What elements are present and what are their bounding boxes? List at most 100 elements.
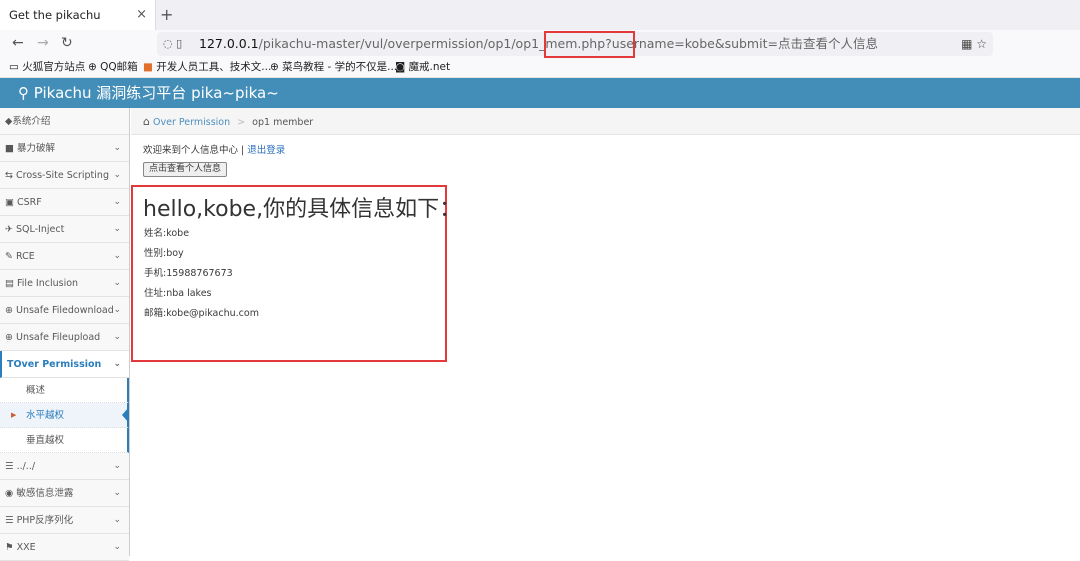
sidebar-item-over-permission[interactable]: TOver Permission ⌄ xyxy=(0,351,129,378)
sidebar-item-unsafe-fileupload[interactable]: ⊕ Unsafe Fileupload ⌄ xyxy=(0,324,129,351)
sidebar-item-rce[interactable]: ✎ RCE ⌄ xyxy=(0,243,129,270)
info-title: hello,kobe,你的具体信息如下： xyxy=(143,197,462,222)
key-icon: ⚲ xyxy=(18,84,29,102)
flag-icon: ⚑ xyxy=(5,542,14,553)
sidebar-item-label: RCE xyxy=(16,251,35,262)
chevron-down-icon: ⌄ xyxy=(113,515,121,525)
view-info-button[interactable]: 点击查看个人信息 xyxy=(143,162,228,177)
sidebar-item-info-leak[interactable]: ◉ 敏感信息泄露 ⌄ xyxy=(0,480,129,507)
forward-button[interactable]: → xyxy=(37,35,49,51)
upload-icon: ⊕ xyxy=(5,332,13,343)
sidebar-subitem-label: 水平越权 xyxy=(26,410,65,421)
welcome-text: 欢迎来到个人信息中心 xyxy=(143,145,239,156)
chevron-down-icon: ⌄ xyxy=(113,278,121,288)
close-tab-icon[interactable]: × xyxy=(136,0,147,30)
sidebar-item-label: Unsafe Fileupload xyxy=(16,332,101,343)
chevron-down-icon: ⌄ xyxy=(113,488,121,498)
chevron-down-icon: ⌄ xyxy=(113,542,121,552)
globe-icon: ⊕ xyxy=(88,61,97,73)
download-icon: ⊕ xyxy=(5,305,13,316)
bookmark-item[interactable]: ▭ 火狐官方站点 xyxy=(9,58,85,76)
chevron-down-icon: ⌄ xyxy=(113,197,121,207)
sidebar-item-unsafe-filedownload[interactable]: ⊕ Unsafe Filedownload ⌄ xyxy=(0,297,129,324)
bookmark-item[interactable]: ⊕ QQ邮箱 xyxy=(88,58,138,76)
globe-icon: ⊕ xyxy=(270,61,279,73)
app-title[interactable]: Pikachu 漏洞练习平台 pika~pika~ xyxy=(34,84,279,102)
plane-icon: ✈ xyxy=(5,224,13,235)
bookmark-item[interactable]: ⊕ 菜鸟教程 - 学的不仅是... xyxy=(270,58,397,76)
sidebar-item-file-inclusion[interactable]: ▤ File Inclusion ⌄ xyxy=(0,270,129,297)
sidebar-item-label: SQL-Inject xyxy=(16,224,65,235)
csrf-icon: ▣ xyxy=(5,197,14,208)
sidebar-item-php-unserialize[interactable]: ☰ PHP反序列化 ⌄ xyxy=(0,507,129,534)
url-highlight-box xyxy=(544,31,635,58)
browser-tab[interactable]: Get the pikachu × xyxy=(0,0,156,30)
sitemap-icon: ⇆ xyxy=(5,170,13,181)
sidebar-item-xxe[interactable]: ⚑ XXE ⌄ xyxy=(0,534,129,561)
sidebar-item-label: File Inclusion xyxy=(17,278,79,289)
sidebar-item-intro[interactable]: ◆系统介绍 xyxy=(0,108,129,135)
sidebar-subitem-overview[interactable]: 概述 xyxy=(0,378,129,403)
sidebar-subitem-vertical[interactable]: 垂直越权 xyxy=(0,428,129,453)
chevron-down-icon: ⌄ xyxy=(113,461,121,471)
tab-title: Get the pikachu xyxy=(9,8,101,22)
sidebar-item-xss[interactable]: ⇆ Cross-Site Scripting ⌄ xyxy=(0,162,129,189)
sidebar-item-dir-traversal[interactable]: ☰ ../../ ⌄ xyxy=(0,453,129,480)
sidebar-subitem-label: 概述 xyxy=(26,385,46,396)
list-icon: ☰ xyxy=(5,461,14,472)
logout-link[interactable]: 退出登录 xyxy=(247,145,285,156)
breadcrumb-separator: > xyxy=(237,117,246,128)
sidebar-item-brute-force[interactable]: ■ 暴力破解 ⌄ xyxy=(0,135,129,162)
chevron-down-icon: ⌄ xyxy=(113,359,121,369)
reload-button[interactable]: ↻ xyxy=(61,35,73,51)
sidebar-subitem-horizontal[interactable]: ▶ 水平越权 xyxy=(0,403,129,428)
sidebar-item-label: 系统介绍 xyxy=(12,116,51,127)
new-tab-button[interactable]: + xyxy=(160,0,173,30)
chevron-down-icon: ⌄ xyxy=(113,224,121,234)
info-name: 姓名:kobe xyxy=(144,228,190,239)
breadcrumb-section-link[interactable]: Over Permission xyxy=(153,117,230,128)
file-icon: ▤ xyxy=(5,278,14,289)
bookmark-item[interactable]: ■ 开发人员工具、技术文... xyxy=(143,58,271,76)
sidebar-item-csrf[interactable]: ▣ CSRF ⌄ xyxy=(0,189,129,216)
sidebar-item-label: ../../ xyxy=(16,461,36,472)
sidebar-item-label: Over Permission xyxy=(13,359,102,370)
app-header: ⚲ Pikachu 漏洞练习平台 pika~pika~ xyxy=(0,78,1080,108)
url-host: 127.0.0.1 xyxy=(199,36,259,51)
chevron-down-icon: ⌄ xyxy=(113,305,121,315)
browser-tab-bar: Get the pikachu × + xyxy=(0,0,1080,30)
sidebar-subitem-label: 垂直越权 xyxy=(26,435,65,446)
grid-icon: ■ xyxy=(143,61,153,73)
sidebar-item-label: 敏感信息泄露 xyxy=(16,488,74,499)
sidebar-item-label: Unsafe Filedownload xyxy=(16,305,114,316)
sidebar-item-label: Cross-Site Scripting xyxy=(16,170,109,181)
bookmark-item[interactable]: ◙ 魔戒.net xyxy=(395,58,450,76)
chevron-down-icon: ⌄ xyxy=(113,143,121,153)
site-info-icon[interactable]: ◌ ▯ xyxy=(163,32,182,56)
bookmark-star-icon[interactable]: ▦ ☆ xyxy=(961,32,987,56)
lock-icon: ■ xyxy=(5,143,14,154)
sidebar-item-label: XXE xyxy=(16,542,36,553)
caret-right-icon: ▶ xyxy=(11,411,17,419)
sidebar-item-label: 暴力破解 xyxy=(17,143,56,154)
sidebar-item-label: PHP反序列化 xyxy=(16,515,74,526)
pencil-icon: ✎ xyxy=(5,251,13,262)
info-email: 邮箱:kobe@pikachu.com xyxy=(144,308,259,319)
breadcrumb-current: op1 member xyxy=(252,117,314,128)
welcome-separator: | xyxy=(241,145,245,156)
back-button[interactable]: ← xyxy=(12,35,24,51)
info-address: 住址:nba lakes xyxy=(144,288,212,299)
sidebar-item-label: CSRF xyxy=(17,197,42,208)
info-gender: 性别:boy xyxy=(144,248,184,259)
home-icon[interactable]: ⌂ xyxy=(143,115,150,128)
breadcrumb: ⌂ Over Permission > op1 member xyxy=(131,108,1080,135)
url-text: 127.0.0.1/pikachu-master/vul/overpermiss… xyxy=(199,32,878,56)
info-phone: 手机:15988767673 xyxy=(144,268,233,279)
welcome-line: 欢迎来到个人信息中心 | 退出登录 xyxy=(143,142,285,156)
bookmarks-bar: ▭ 火狐官方站点 ⊕ QQ邮箱 ■ 开发人员工具、技术文... ⊕ 菜鸟教程 -… xyxy=(0,58,1080,78)
chevron-down-icon: ⌄ xyxy=(113,170,121,180)
sidebar-item-sqli[interactable]: ✈ SQL-Inject ⌄ xyxy=(0,216,129,243)
chevron-down-icon: ⌄ xyxy=(113,251,121,261)
list-icon: ☰ xyxy=(5,515,14,526)
active-pointer-icon xyxy=(122,407,129,423)
